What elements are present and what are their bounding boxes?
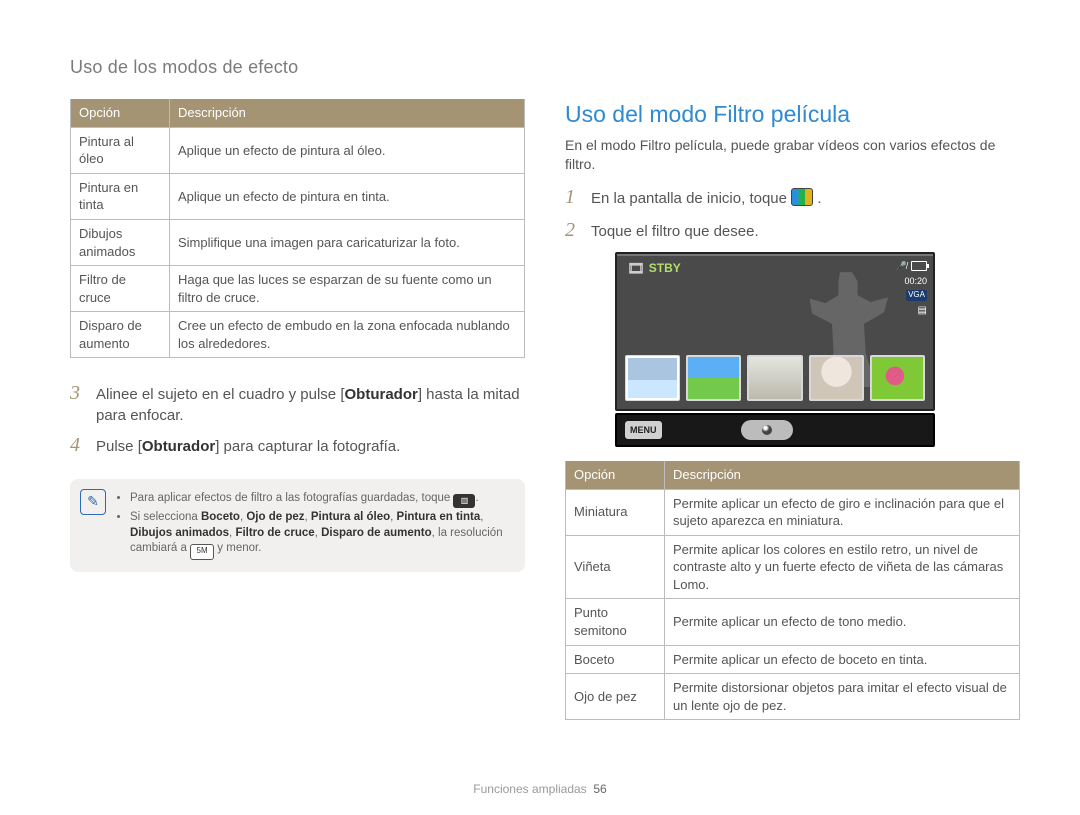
th-option: Opción [71,99,170,127]
card-icon: ▤ [918,304,927,318]
table-row: MiniaturaPermite aplicar un efecto de gi… [566,489,1020,535]
table-row: Dibujos animadosSimplifique una imagen p… [71,220,525,266]
filter-thumbnails[interactable] [625,355,925,401]
step-number: 1 [565,184,583,211]
note-info-icon: ✎ [80,489,106,515]
filter-thumb-vignette[interactable] [686,355,741,401]
page-header: Uso de los modos de efecto [70,55,1020,79]
step-number: 3 [70,380,88,407]
filter-thumb-sketch[interactable] [809,355,864,401]
th-description: Descripción [665,461,1020,489]
record-button[interactable] [741,420,793,440]
filter-thumb-miniature[interactable] [625,355,680,401]
page-footer: Funciones ampliadas 56 [0,781,1080,797]
step-2: 2 Toque el filtro que desee. [565,217,1020,244]
menu-button[interactable]: MENU [625,421,662,439]
smart-filter-icon: ▥ [453,494,475,508]
note-box: ✎ Para aplicar efectos de filtro a las f… [70,479,525,572]
table-row: Ojo de pezPermite distorsionar objetos p… [566,674,1020,720]
step-4: 4 Pulse [Obturador] para capturar la fot… [70,432,525,459]
filter-thumb-fisheye[interactable] [870,355,925,401]
recording-time: 00:20 [904,275,927,287]
camera-lcd-preview: 🎞 STBY 🎤̸ 00:20 VGA ▤ [615,252,935,447]
battery-icon [911,261,927,271]
resolution-5m-icon: 5M [190,544,214,560]
table-row: Filtro de cruceHaga que las luces se esp… [71,266,525,312]
step-number: 2 [565,217,583,244]
table-row: BocetoPermite aplicar un efecto de bocet… [566,645,1020,674]
filter-options-table-left: Opción Descripción Pintura al óleoApliqu… [70,99,525,358]
film-icon: 🎞 [627,261,645,275]
filter-options-table-right: Opción Descripción MiniaturaPermite apli… [565,461,1020,720]
section-lead: En el modo Filtro película, puede grabar… [565,136,1020,174]
note-text: Para aplicar efectos de filtro a las fot… [130,492,453,504]
step-1: 1 En la pantalla de inicio, toque . [565,184,1020,211]
filter-thumb-halftone[interactable] [747,355,802,401]
table-row: Pintura en tintaAplique un efecto de pin… [71,173,525,219]
section-title: Uso del modo Filtro película [565,99,1020,130]
table-row: ViñetaPermite aplicar los colores en est… [566,535,1020,599]
movie-filter-mode-icon [791,188,813,206]
stby-label: STBY [649,260,681,276]
step-number: 4 [70,432,88,459]
resolution-vga-icon: VGA [906,290,927,301]
table-row: Pintura al óleoAplique un efecto de pint… [71,127,525,173]
step-3: 3 Alinee el sujeto en el cuadro y pulse … [70,380,525,426]
record-dot-icon [762,425,772,435]
table-row: Punto semitonoPermite aplicar un efecto … [566,599,1020,645]
mic-off-icon: 🎤̸ [896,260,907,272]
th-option: Opción [566,461,665,489]
table-row: Disparo de aumentoCree un efecto de embu… [71,312,525,358]
th-description: Descripción [170,99,525,127]
